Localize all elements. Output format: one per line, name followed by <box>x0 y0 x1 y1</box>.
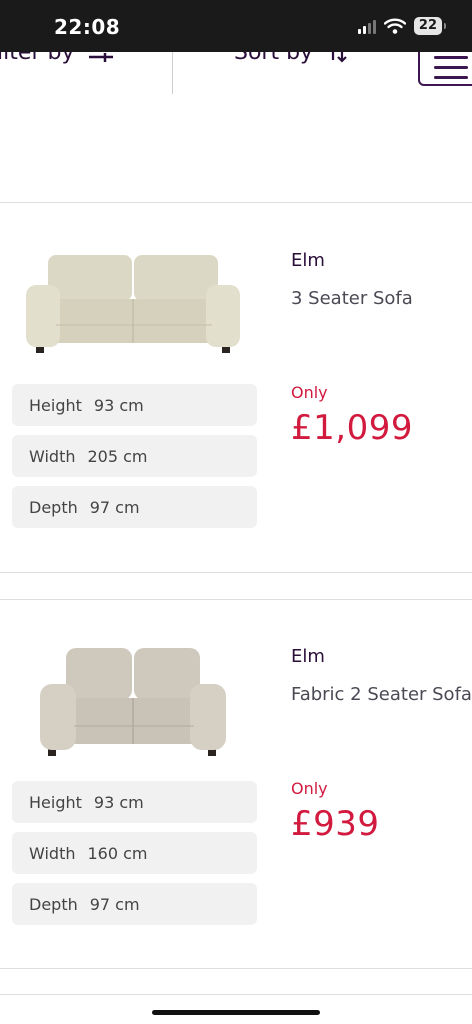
dimension-width: Width 160 cm <box>12 832 257 874</box>
dimension-value: 160 cm <box>87 843 148 863</box>
dimension-height: Height 93 cm <box>12 781 257 823</box>
price-prefix: Only <box>291 779 328 798</box>
sofa-3-seater-image <box>22 247 244 359</box>
price-prefix: Only <box>291 383 328 402</box>
sofa-2-seater-image <box>38 644 228 760</box>
status-icons: 22 <box>357 17 447 35</box>
divider <box>0 968 472 969</box>
status-time: 22:08 <box>54 15 121 39</box>
home-indicator[interactable] <box>152 1010 320 1015</box>
dimension-label: Width <box>29 446 76 466</box>
product-price: £939 <box>291 804 380 844</box>
dimension-width: Width 205 cm <box>12 435 257 477</box>
toolbar-divider <box>172 52 173 94</box>
dimension-value: 93 cm <box>93 792 144 812</box>
dimension-value: 205 cm <box>87 446 148 466</box>
divider <box>0 572 472 573</box>
battery-indicator: 22 <box>413 17 447 35</box>
product-card[interactable]: Height 93 cm Width 205 cm Depth 97 cm El… <box>0 203 472 572</box>
dimension-label: Height <box>29 792 82 812</box>
product-card[interactable]: Height 93 cm Width 160 cm Depth 97 cm El… <box>0 600 472 968</box>
dimension-label: Height <box>29 395 82 415</box>
cellular-signal-icon <box>357 18 376 34</box>
dimension-depth: Depth 97 cm <box>12 486 257 528</box>
dimension-value: 93 cm <box>93 395 144 415</box>
dimension-depth: Depth 97 cm <box>12 883 257 925</box>
filter-sort-toolbar: Filter by Sort by <box>0 40 472 102</box>
dimension-value: 97 cm <box>89 497 140 517</box>
wifi-icon <box>383 18 406 34</box>
status-bar: 22:08 22 <box>0 0 472 52</box>
product-brand: Elm <box>291 646 325 667</box>
dimension-label: Depth <box>29 497 78 517</box>
product-name[interactable]: 3 Seater Sofa <box>291 288 413 309</box>
dimension-label: Depth <box>29 894 78 914</box>
dimension-height: Height 93 cm <box>12 384 257 426</box>
product-price: £1,099 <box>291 408 413 448</box>
product-name[interactable]: Fabric 2 Seater Sofa <box>291 684 472 705</box>
dimension-label: Width <box>29 843 76 863</box>
product-brand: Elm <box>291 250 325 271</box>
divider <box>0 994 472 995</box>
dimension-value: 97 cm <box>89 894 140 914</box>
